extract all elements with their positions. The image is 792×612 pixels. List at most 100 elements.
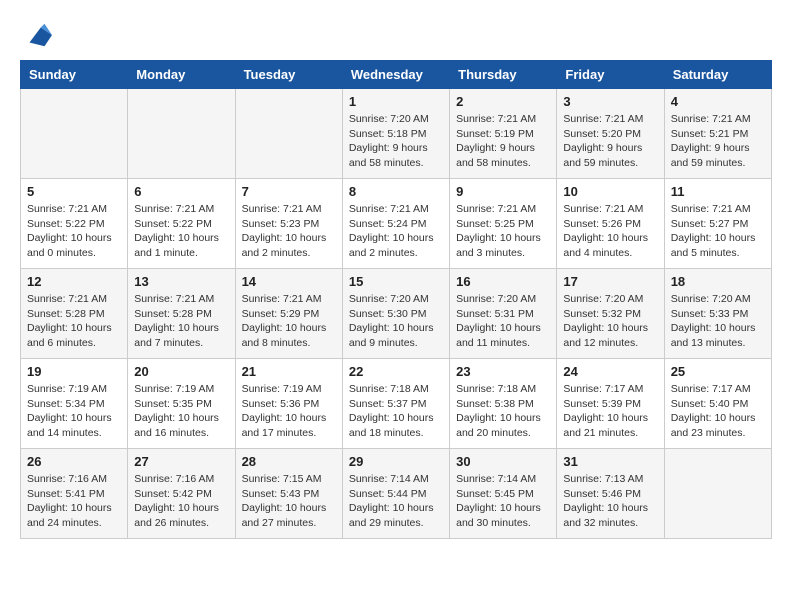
calendar-cell: 15 Sunrise: 7:20 AM Sunset: 5:30 PM Dayli… <box>342 269 449 359</box>
weekday-header-cell: Thursday <box>450 61 557 89</box>
calendar-cell: 24 Sunrise: 7:17 AM Sunset: 5:39 PM Dayli… <box>557 359 664 449</box>
day-info: Sunrise: 7:20 AM Sunset: 5:33 PM Dayligh… <box>671 292 765 351</box>
day-info: Sunrise: 7:16 AM Sunset: 5:41 PM Dayligh… <box>27 472 121 531</box>
calendar-cell: 20 Sunrise: 7:19 AM Sunset: 5:35 PM Dayli… <box>128 359 235 449</box>
day-number: 25 <box>671 364 765 379</box>
day-number: 2 <box>456 94 550 109</box>
weekday-header-cell: Saturday <box>664 61 771 89</box>
calendar-cell: 25 Sunrise: 7:17 AM Sunset: 5:40 PM Dayli… <box>664 359 771 449</box>
calendar-cell: 17Sunrise: 7:20 AM Sunset: 5:32 PM Dayli… <box>557 269 664 359</box>
calendar-cell: 13 Sunrise: 7:21 AM Sunset: 5:28 PM Dayli… <box>128 269 235 359</box>
day-number: 13 <box>134 274 228 289</box>
day-info: Sunrise: 7:18 AM Sunset: 5:38 PM Dayligh… <box>456 382 550 441</box>
day-info: Sunrise: 7:21 AM Sunset: 5:23 PM Dayligh… <box>242 202 336 261</box>
calendar-cell <box>664 449 771 539</box>
day-number: 4 <box>671 94 765 109</box>
calendar-cell: 30 Sunrise: 7:14 AM Sunset: 5:45 PM Dayli… <box>450 449 557 539</box>
calendar-cell: 27 Sunrise: 7:16 AM Sunset: 5:42 PM Dayli… <box>128 449 235 539</box>
calendar-cell: 1Sunrise: 7:20 AM Sunset: 5:18 PM Daylig… <box>342 89 449 179</box>
day-number: 9 <box>456 184 550 199</box>
calendar-cell: 19Sunrise: 7:19 AM Sunset: 5:34 PM Dayli… <box>21 359 128 449</box>
calendar-cell <box>235 89 342 179</box>
weekday-header-cell: Sunday <box>21 61 128 89</box>
day-info: Sunrise: 7:21 AM Sunset: 5:24 PM Dayligh… <box>349 202 443 261</box>
calendar-cell: 28Sunrise: 7:15 AM Sunset: 5:43 PM Dayli… <box>235 449 342 539</box>
calendar-table: SundayMondayTuesdayWednesdayThursdayFrid… <box>20 60 772 539</box>
day-number: 24 <box>563 364 657 379</box>
page-header <box>20 20 772 50</box>
calendar-cell: 26 Sunrise: 7:16 AM Sunset: 5:41 PM Dayli… <box>21 449 128 539</box>
calendar-cell: 11Sunrise: 7:21 AM Sunset: 5:27 PM Dayli… <box>664 179 771 269</box>
day-number: 31 <box>563 454 657 469</box>
weekday-header-cell: Wednesday <box>342 61 449 89</box>
calendar-cell: 10 Sunrise: 7:21 AM Sunset: 5:26 PM Dayli… <box>557 179 664 269</box>
weekday-header-cell: Monday <box>128 61 235 89</box>
day-number: 30 <box>456 454 550 469</box>
day-info: Sunrise: 7:21 AM Sunset: 5:28 PM Dayligh… <box>134 292 228 351</box>
day-info: Sunrise: 7:13 AM Sunset: 5:46 PM Dayligh… <box>563 472 657 531</box>
day-number: 21 <box>242 364 336 379</box>
day-number: 8 <box>349 184 443 199</box>
day-info: Sunrise: 7:21 AM Sunset: 5:29 PM Dayligh… <box>242 292 336 351</box>
calendar-cell: 4Sunrise: 7:21 AM Sunset: 5:21 PM Daylig… <box>664 89 771 179</box>
day-number: 27 <box>134 454 228 469</box>
calendar-week-row: 1Sunrise: 7:20 AM Sunset: 5:18 PM Daylig… <box>21 89 772 179</box>
day-number: 14 <box>242 274 336 289</box>
day-number: 1 <box>349 94 443 109</box>
day-info: Sunrise: 7:14 AM Sunset: 5:44 PM Dayligh… <box>349 472 443 531</box>
calendar-cell: 3Sunrise: 7:21 AM Sunset: 5:20 PM Daylig… <box>557 89 664 179</box>
day-number: 3 <box>563 94 657 109</box>
day-number: 20 <box>134 364 228 379</box>
day-info: Sunrise: 7:19 AM Sunset: 5:35 PM Dayligh… <box>134 382 228 441</box>
calendar-cell: 7 Sunrise: 7:21 AM Sunset: 5:23 PM Daylig… <box>235 179 342 269</box>
logo <box>20 20 52 50</box>
day-info: Sunrise: 7:16 AM Sunset: 5:42 PM Dayligh… <box>134 472 228 531</box>
day-info: Sunrise: 7:18 AM Sunset: 5:37 PM Dayligh… <box>349 382 443 441</box>
weekday-header-cell: Tuesday <box>235 61 342 89</box>
day-number: 7 <box>242 184 336 199</box>
calendar-cell: 14 Sunrise: 7:21 AM Sunset: 5:29 PM Dayli… <box>235 269 342 359</box>
day-info: Sunrise: 7:21 AM Sunset: 5:25 PM Dayligh… <box>456 202 550 261</box>
day-number: 16 <box>456 274 550 289</box>
day-info: Sunrise: 7:19 AM Sunset: 5:36 PM Dayligh… <box>242 382 336 441</box>
calendar-cell: 22 Sunrise: 7:18 AM Sunset: 5:37 PM Dayli… <box>342 359 449 449</box>
day-info: Sunrise: 7:17 AM Sunset: 5:40 PM Dayligh… <box>671 382 765 441</box>
day-number: 19 <box>27 364 121 379</box>
day-number: 28 <box>242 454 336 469</box>
day-info: Sunrise: 7:21 AM Sunset: 5:22 PM Dayligh… <box>27 202 121 261</box>
day-info: Sunrise: 7:21 AM Sunset: 5:26 PM Dayligh… <box>563 202 657 261</box>
calendar-cell <box>128 89 235 179</box>
day-number: 26 <box>27 454 121 469</box>
day-info: Sunrise: 7:17 AM Sunset: 5:39 PM Dayligh… <box>563 382 657 441</box>
day-info: Sunrise: 7:20 AM Sunset: 5:30 PM Dayligh… <box>349 292 443 351</box>
day-info: Sunrise: 7:21 AM Sunset: 5:28 PM Dayligh… <box>27 292 121 351</box>
calendar-week-row: 5 Sunrise: 7:21 AM Sunset: 5:22 PM Daylig… <box>21 179 772 269</box>
calendar-cell: 16Sunrise: 7:20 AM Sunset: 5:31 PM Dayli… <box>450 269 557 359</box>
calendar-cell: 2 Sunrise: 7:21 AM Sunset: 5:19 PM Daylig… <box>450 89 557 179</box>
calendar-cell: 31 Sunrise: 7:13 AM Sunset: 5:46 PM Dayli… <box>557 449 664 539</box>
calendar-cell: 9 Sunrise: 7:21 AM Sunset: 5:25 PM Daylig… <box>450 179 557 269</box>
weekday-header-row: SundayMondayTuesdayWednesdayThursdayFrid… <box>21 61 772 89</box>
calendar-cell: 6 Sunrise: 7:21 AM Sunset: 5:22 PM Daylig… <box>128 179 235 269</box>
calendar-cell: 5 Sunrise: 7:21 AM Sunset: 5:22 PM Daylig… <box>21 179 128 269</box>
day-info: Sunrise: 7:14 AM Sunset: 5:45 PM Dayligh… <box>456 472 550 531</box>
day-number: 6 <box>134 184 228 199</box>
calendar-body: 1Sunrise: 7:20 AM Sunset: 5:18 PM Daylig… <box>21 89 772 539</box>
day-number: 12 <box>27 274 121 289</box>
day-number: 17 <box>563 274 657 289</box>
day-number: 15 <box>349 274 443 289</box>
weekday-header-cell: Friday <box>557 61 664 89</box>
day-number: 29 <box>349 454 443 469</box>
calendar-cell: 12 Sunrise: 7:21 AM Sunset: 5:28 PM Dayli… <box>21 269 128 359</box>
calendar-cell: 8 Sunrise: 7:21 AM Sunset: 5:24 PM Daylig… <box>342 179 449 269</box>
day-number: 10 <box>563 184 657 199</box>
day-info: Sunrise: 7:21 AM Sunset: 5:22 PM Dayligh… <box>134 202 228 261</box>
day-number: 22 <box>349 364 443 379</box>
calendar-cell: 21 Sunrise: 7:19 AM Sunset: 5:36 PM Dayli… <box>235 359 342 449</box>
day-number: 5 <box>27 184 121 199</box>
calendar-cell: 23Sunrise: 7:18 AM Sunset: 5:38 PM Dayli… <box>450 359 557 449</box>
day-number: 18 <box>671 274 765 289</box>
calendar-cell <box>21 89 128 179</box>
calendar-cell: 18 Sunrise: 7:20 AM Sunset: 5:33 PM Dayli… <box>664 269 771 359</box>
day-info: Sunrise: 7:21 AM Sunset: 5:19 PM Dayligh… <box>456 112 550 171</box>
